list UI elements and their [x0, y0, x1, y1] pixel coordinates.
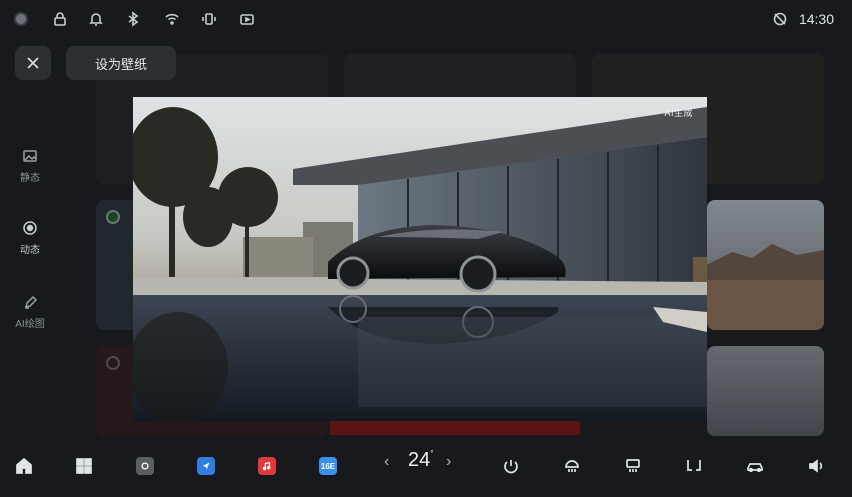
sidebar-item-label: AI绘图 — [15, 319, 45, 330]
camera-app-button[interactable] — [131, 452, 159, 480]
sidebar-item-ai-draw[interactable]: AI绘图 — [10, 294, 50, 330]
temperature-value: 24 — [408, 449, 431, 471]
apps-button[interactable] — [70, 452, 98, 480]
front-defrost-button[interactable] — [558, 452, 586, 480]
volume-icon — [809, 459, 823, 473]
seat-heat-icon — [504, 460, 518, 474]
calendar-app-button[interactable]: 16E — [314, 452, 342, 480]
music-app-button[interactable] — [253, 452, 281, 480]
grid-icon — [76, 458, 92, 474]
vibrate-icon[interactable] — [200, 10, 218, 28]
temp-decrease-button[interactable]: ‹ — [384, 453, 389, 471]
sidebar-item-dynamic[interactable]: 动态 — [10, 220, 50, 256]
status-bar: 14:30 — [0, 0, 852, 38]
bell-icon[interactable] — [87, 10, 105, 28]
close-icon — [27, 57, 39, 69]
sidebar-item-static[interactable]: 静态 — [10, 148, 50, 184]
camera-app-icon — [136, 457, 154, 475]
camera-icon[interactable] — [238, 10, 256, 28]
wallpaper-preview: AI生成 — [133, 97, 707, 421]
bluetooth-icon[interactable] — [124, 10, 142, 28]
car-air-button[interactable] — [741, 452, 769, 480]
volume-button[interactable] — [802, 452, 830, 480]
rear-defrost-button[interactable] — [619, 452, 647, 480]
home-button[interactable] — [10, 452, 38, 480]
calendar-app-icon: 16E — [319, 457, 337, 475]
sidebar-item-label: 动态 — [20, 245, 40, 256]
close-button[interactable] — [15, 46, 51, 80]
set-wallpaper-button[interactable]: 设为壁纸 — [66, 46, 176, 80]
avatar-icon[interactable] — [12, 10, 30, 28]
record-icon — [23, 221, 37, 235]
temperature-unit: ° — [430, 449, 434, 459]
clock: 14:30 — [798, 11, 834, 27]
rear-defrost-icon — [626, 459, 640, 472]
ai-generated-badge: AI生成 — [664, 108, 693, 118]
lock-icon[interactable] — [51, 10, 69, 28]
navigation-app-icon — [197, 457, 215, 475]
ai-draw-icon — [24, 295, 38, 309]
dock: 16E ‹ 24° › — [0, 440, 852, 497]
car-air-icon — [747, 463, 763, 473]
temp-increase-button[interactable]: › — [446, 453, 451, 471]
music-app-icon — [258, 457, 276, 475]
gallery-tile[interactable] — [707, 200, 824, 330]
gallery-tile-edge — [330, 421, 580, 435]
navigation-app-button[interactable] — [192, 452, 220, 480]
gallery-tile[interactable] — [707, 346, 824, 436]
temperature-display: 24° — [408, 449, 433, 472]
seat-heat-button[interactable] — [497, 452, 525, 480]
seat-button[interactable] — [680, 452, 708, 480]
sidebar-item-label: 静态 — [20, 173, 40, 184]
home-icon — [16, 457, 32, 474]
no-disturb-icon[interactable] — [771, 10, 789, 28]
seat-icon — [687, 460, 701, 471]
wifi-icon[interactable] — [163, 10, 181, 28]
image-icon — [23, 150, 37, 162]
front-defrost-icon — [565, 460, 579, 472]
wallpaper-image — [133, 97, 707, 421]
